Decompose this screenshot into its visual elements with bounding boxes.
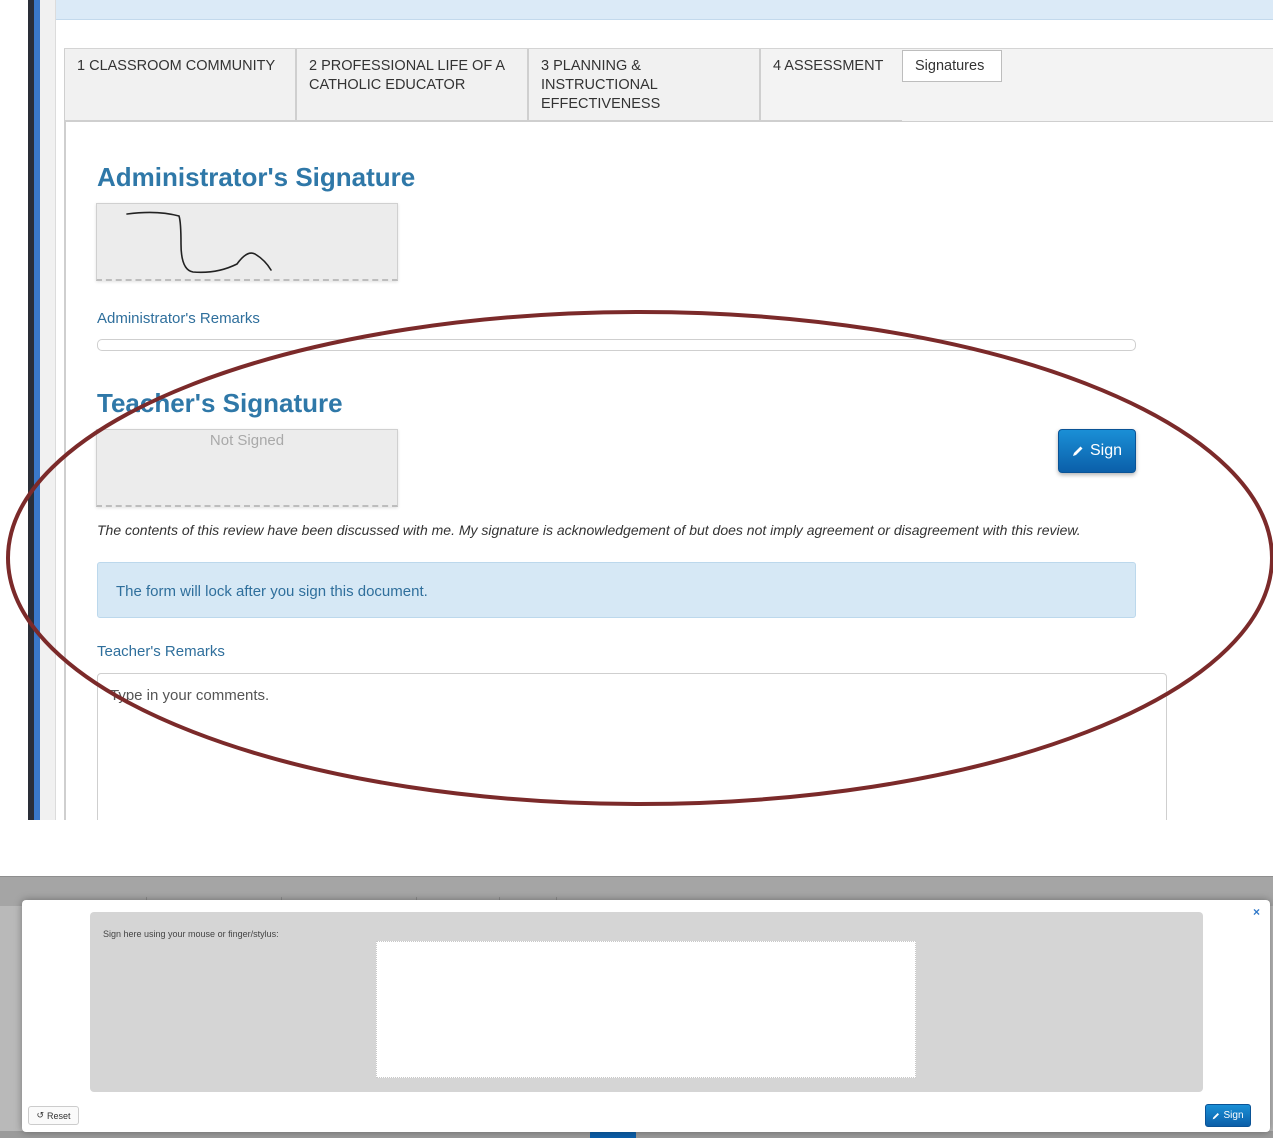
signature-canvas[interactable] bbox=[376, 941, 916, 1078]
teacher-signature-box: Not Signed bbox=[96, 429, 398, 507]
reset-button[interactable]: ↺ Reset bbox=[28, 1106, 79, 1125]
signature-pad-area: Sign here using your mouse or finger/sty… bbox=[90, 912, 1203, 1092]
administrator-signature-box bbox=[96, 203, 398, 281]
sign-button-label: Sign bbox=[1089, 442, 1123, 459]
administrator-signature-image bbox=[126, 211, 272, 274]
close-icon[interactable]: × bbox=[1253, 905, 1260, 919]
teacher-signature-heading: Teacher's Signature bbox=[97, 388, 343, 418]
signature-modal-screenshot: × Sign here using your mouse or finger/s… bbox=[0, 876, 1273, 1138]
tab-planning-instructional[interactable]: 3 PLANNING & INSTRUCTIONAL EFFECTIVENESS bbox=[528, 49, 760, 121]
modal-sign-button-label: Sign bbox=[1223, 1110, 1244, 1121]
info-banner bbox=[56, 0, 1273, 20]
teacher-remarks-input[interactable]: Type in your comments. bbox=[97, 673, 1167, 820]
administrator-remarks-label: Administrator's Remarks bbox=[97, 310, 260, 327]
tab-classroom-community[interactable]: 1 CLASSROOM COMMUNITY bbox=[64, 49, 296, 121]
reset-button-label: Reset bbox=[47, 1110, 71, 1121]
signature-hint: Sign here using your mouse or finger/sty… bbox=[103, 929, 279, 939]
tab-bar: 1 CLASSROOM COMMUNITY 2 PROFESSIONAL LIF… bbox=[56, 40, 1273, 122]
administrator-signature-heading: Administrator's Signature bbox=[97, 162, 416, 192]
pencil-icon bbox=[1072, 446, 1083, 456]
lock-notice: The form will lock after you sign this d… bbox=[97, 562, 1136, 618]
modal-sign-button[interactable]: Sign bbox=[1205, 1104, 1251, 1127]
sidebar-gutter bbox=[40, 0, 56, 820]
undo-icon: ↺ bbox=[36, 1110, 45, 1120]
review-form-screenshot: 1 CLASSROOM COMMUNITY 2 PROFESSIONAL LIF… bbox=[0, 0, 1273, 820]
sign-button[interactable]: Sign bbox=[1058, 429, 1136, 473]
tab-professional-life[interactable]: 2 PROFESSIONAL LIFE OF A CATHOLIC EDUCAT… bbox=[296, 49, 528, 121]
administrator-remarks-field bbox=[97, 339, 1136, 351]
tab-signatures[interactable]: Signatures bbox=[902, 50, 1002, 82]
signature-modal: × Sign here using your mouse or finger/s… bbox=[22, 900, 1270, 1132]
pencil-icon bbox=[1213, 1112, 1220, 1119]
not-signed-text: Not Signed bbox=[209, 432, 285, 449]
review-disclaimer: The contents of this review have been di… bbox=[97, 522, 1081, 538]
teacher-remarks-label: Teacher's Remarks bbox=[97, 643, 225, 660]
tab-assessment[interactable]: 4 ASSESSMENT bbox=[760, 49, 902, 121]
